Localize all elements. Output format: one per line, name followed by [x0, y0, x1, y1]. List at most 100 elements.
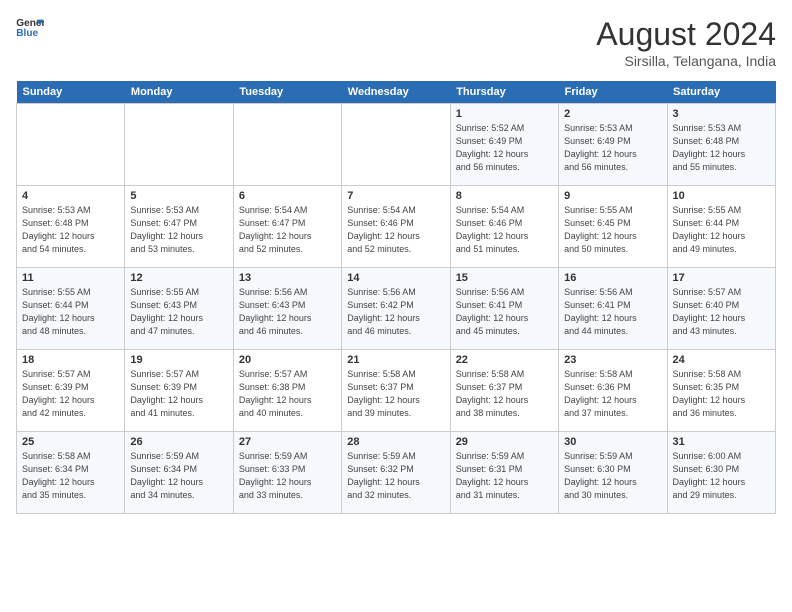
calendar-cell: 30 Sunrise: 5:59 AM Sunset: 6:30 PM Dayli…: [559, 432, 667, 514]
day-info: Sunrise: 5:54 AM Sunset: 6:46 PM Dayligh…: [456, 204, 553, 256]
day-info: Sunrise: 5:58 AM Sunset: 6:37 PM Dayligh…: [347, 368, 444, 420]
weekday-header: Monday: [125, 81, 233, 104]
calendar-cell: 3 Sunrise: 5:53 AM Sunset: 6:48 PM Daylig…: [667, 104, 775, 186]
day-info: Sunrise: 5:55 AM Sunset: 6:43 PM Dayligh…: [130, 286, 227, 338]
weekday-header: Thursday: [450, 81, 558, 104]
page-header: General Blue August 2024 Sirsilla, Telan…: [16, 16, 776, 69]
day-number: 31: [673, 436, 770, 448]
calendar-cell: 26 Sunrise: 5:59 AM Sunset: 6:34 PM Dayli…: [125, 432, 233, 514]
day-info: Sunrise: 5:56 AM Sunset: 6:41 PM Dayligh…: [456, 286, 553, 338]
day-info: Sunrise: 5:58 AM Sunset: 6:35 PM Dayligh…: [673, 368, 770, 420]
weekday-header: Saturday: [667, 81, 775, 104]
calendar-cell: 14 Sunrise: 5:56 AM Sunset: 6:42 PM Dayli…: [342, 268, 450, 350]
day-info: Sunrise: 5:57 AM Sunset: 6:39 PM Dayligh…: [130, 368, 227, 420]
day-number: 30: [564, 436, 661, 448]
logo: General Blue: [16, 16, 44, 38]
day-number: 24: [673, 354, 770, 366]
day-info: Sunrise: 5:53 AM Sunset: 6:48 PM Dayligh…: [673, 122, 770, 174]
calendar-cell: 18Sunrise: 5:57 AM Sunset: 6:39 PM Dayli…: [17, 350, 125, 432]
location: Sirsilla, Telangana, India: [596, 53, 776, 69]
svg-text:Blue: Blue: [16, 28, 38, 38]
day-number: 26: [130, 436, 227, 448]
day-number: 15: [456, 272, 553, 284]
day-number: 2: [564, 108, 661, 120]
calendar-cell: [342, 104, 450, 186]
day-info: Sunrise: 5:58 AM Sunset: 6:37 PM Dayligh…: [456, 368, 553, 420]
calendar-cell: 16 Sunrise: 5:56 AM Sunset: 6:41 PM Dayli…: [559, 268, 667, 350]
day-info: Sunrise: 5:52 AM Sunset: 6:49 PM Dayligh…: [456, 122, 553, 174]
calendar-week-row: 1 Sunrise: 5:52 AM Sunset: 6:49 PM Daylig…: [17, 104, 776, 186]
weekday-header: Tuesday: [233, 81, 341, 104]
calendar-cell: 29Sunrise: 5:59 AM Sunset: 6:31 PM Dayli…: [450, 432, 558, 514]
calendar-week-row: 25 Sunrise: 5:58 AM Sunset: 6:34 PM Dayli…: [17, 432, 776, 514]
day-info: Sunrise: 5:53 AM Sunset: 6:49 PM Dayligh…: [564, 122, 661, 174]
calendar-cell: 2 Sunrise: 5:53 AM Sunset: 6:49 PM Daylig…: [559, 104, 667, 186]
day-info: Sunrise: 5:53 AM Sunset: 6:47 PM Dayligh…: [130, 204, 227, 256]
calendar-cell: 5 Sunrise: 5:53 AM Sunset: 6:47 PM Daylig…: [125, 186, 233, 268]
calendar-cell: 24 Sunrise: 5:58 AM Sunset: 6:35 PM Dayli…: [667, 350, 775, 432]
calendar-cell: 22Sunrise: 5:58 AM Sunset: 6:37 PM Dayli…: [450, 350, 558, 432]
calendar-cell: [125, 104, 233, 186]
calendar-cell: [17, 104, 125, 186]
day-number: 10: [673, 190, 770, 202]
calendar-week-row: 11 Sunrise: 5:55 AM Sunset: 6:44 PM Dayli…: [17, 268, 776, 350]
calendar-cell: 23Sunrise: 5:58 AM Sunset: 6:36 PM Dayli…: [559, 350, 667, 432]
day-number: 1: [456, 108, 553, 120]
day-info: Sunrise: 5:53 AM Sunset: 6:48 PM Dayligh…: [22, 204, 119, 256]
day-info: Sunrise: 5:55 AM Sunset: 6:45 PM Dayligh…: [564, 204, 661, 256]
calendar-cell: 20Sunrise: 5:57 AM Sunset: 6:38 PM Dayli…: [233, 350, 341, 432]
calendar-cell: 19 Sunrise: 5:57 AM Sunset: 6:39 PM Dayli…: [125, 350, 233, 432]
calendar-cell: 12 Sunrise: 5:55 AM Sunset: 6:43 PM Dayli…: [125, 268, 233, 350]
day-number: 14: [347, 272, 444, 284]
day-number: 5: [130, 190, 227, 202]
day-number: 7: [347, 190, 444, 202]
day-number: 28: [347, 436, 444, 448]
day-info: Sunrise: 5:58 AM Sunset: 6:36 PM Dayligh…: [564, 368, 661, 420]
calendar-cell: 1 Sunrise: 5:52 AM Sunset: 6:49 PM Daylig…: [450, 104, 558, 186]
day-number: 16: [564, 272, 661, 284]
day-number: 4: [22, 190, 119, 202]
calendar-cell: [233, 104, 341, 186]
calendar-cell: 21 Sunrise: 5:58 AM Sunset: 6:37 PM Dayli…: [342, 350, 450, 432]
day-info: Sunrise: 5:56 AM Sunset: 6:42 PM Dayligh…: [347, 286, 444, 338]
day-number: 11: [22, 272, 119, 284]
calendar-cell: 28 Sunrise: 5:59 AM Sunset: 6:32 PM Dayli…: [342, 432, 450, 514]
day-number: 19: [130, 354, 227, 366]
day-info: Sunrise: 5:56 AM Sunset: 6:43 PM Dayligh…: [239, 286, 336, 338]
day-number: 6: [239, 190, 336, 202]
day-number: 27: [239, 436, 336, 448]
weekday-header-row: SundayMondayTuesdayWednesdayThursdayFrid…: [17, 81, 776, 104]
day-number: 17: [673, 272, 770, 284]
calendar-cell: 13 Sunrise: 5:56 AM Sunset: 6:43 PM Dayli…: [233, 268, 341, 350]
day-number: 12: [130, 272, 227, 284]
calendar-table: SundayMondayTuesdayWednesdayThursdayFrid…: [16, 81, 776, 514]
day-number: 3: [673, 108, 770, 120]
day-info: Sunrise: 6:00 AM Sunset: 6:30 PM Dayligh…: [673, 450, 770, 502]
day-number: 13: [239, 272, 336, 284]
calendar-cell: 31 Sunrise: 6:00 AM Sunset: 6:30 PM Dayli…: [667, 432, 775, 514]
calendar-cell: 15 Sunrise: 5:56 AM Sunset: 6:41 PM Dayli…: [450, 268, 558, 350]
calendar-cell: 4 Sunrise: 5:53 AM Sunset: 6:48 PM Daylig…: [17, 186, 125, 268]
day-info: Sunrise: 5:57 AM Sunset: 6:40 PM Dayligh…: [673, 286, 770, 338]
calendar-week-row: 18Sunrise: 5:57 AM Sunset: 6:39 PM Dayli…: [17, 350, 776, 432]
day-info: Sunrise: 5:55 AM Sunset: 6:44 PM Dayligh…: [673, 204, 770, 256]
day-info: Sunrise: 5:59 AM Sunset: 6:34 PM Dayligh…: [130, 450, 227, 502]
day-info: Sunrise: 5:56 AM Sunset: 6:41 PM Dayligh…: [564, 286, 661, 338]
day-info: Sunrise: 5:58 AM Sunset: 6:34 PM Dayligh…: [22, 450, 119, 502]
day-info: Sunrise: 5:59 AM Sunset: 6:30 PM Dayligh…: [564, 450, 661, 502]
day-info: Sunrise: 5:59 AM Sunset: 6:31 PM Dayligh…: [456, 450, 553, 502]
day-info: Sunrise: 5:55 AM Sunset: 6:44 PM Dayligh…: [22, 286, 119, 338]
title-block: August 2024 Sirsilla, Telangana, India: [596, 16, 776, 69]
calendar-cell: 9 Sunrise: 5:55 AM Sunset: 6:45 PM Daylig…: [559, 186, 667, 268]
day-info: Sunrise: 5:59 AM Sunset: 6:32 PM Dayligh…: [347, 450, 444, 502]
day-info: Sunrise: 5:57 AM Sunset: 6:39 PM Dayligh…: [22, 368, 119, 420]
day-number: 21: [347, 354, 444, 366]
day-number: 25: [22, 436, 119, 448]
calendar-cell: 27Sunrise: 5:59 AM Sunset: 6:33 PM Dayli…: [233, 432, 341, 514]
calendar-cell: 6Sunrise: 5:54 AM Sunset: 6:47 PM Daylig…: [233, 186, 341, 268]
day-info: Sunrise: 5:57 AM Sunset: 6:38 PM Dayligh…: [239, 368, 336, 420]
calendar-cell: 8Sunrise: 5:54 AM Sunset: 6:46 PM Daylig…: [450, 186, 558, 268]
calendar-cell: 11 Sunrise: 5:55 AM Sunset: 6:44 PM Dayli…: [17, 268, 125, 350]
month-title: August 2024: [596, 16, 776, 53]
day-number: 9: [564, 190, 661, 202]
